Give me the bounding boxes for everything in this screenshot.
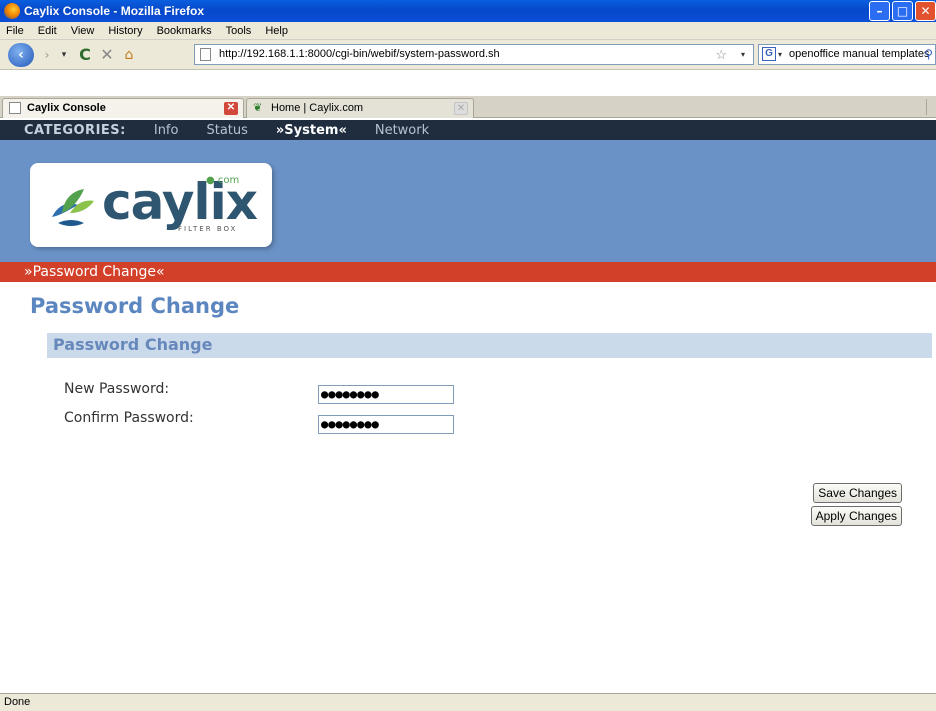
menu-bar: File Edit View History Bookmarks Tools H… [0,22,936,40]
url-input[interactable]: http://192.168.1.1:8000/cgi-bin/webif/sy… [194,44,754,65]
page-title: Password Change [30,294,240,318]
window-titlebar: Caylix Console - Mozilla Firefox – □ ✕ [0,0,936,22]
confirm-password-label: Confirm Password: [64,410,194,426]
caylix-logo: caylix ● com FILTER BOX [30,163,272,247]
menu-bookmarks[interactable]: Bookmarks [151,25,220,37]
tab-label: Home | Caylix.com [271,102,364,114]
categories-nav: CATEGORIES: Info Status »System« Network [0,120,936,140]
window-title: Caylix Console - Mozilla Firefox [24,4,205,18]
home-button[interactable]: ⌂ [118,47,140,63]
apply-changes-button[interactable]: Apply Changes [810,506,902,526]
stop-button[interactable]: ✕ [96,45,118,64]
category-network[interactable]: Network [375,123,429,138]
save-changes-button[interactable]: Save Changes [813,483,902,503]
reload-button[interactable]: C [74,45,96,64]
tab-strip: Caylix Console ✕ ❦ Home | Caylix.com ✕ [0,96,936,118]
menu-help[interactable]: Help [259,25,296,37]
forward-button[interactable]: › [36,46,58,64]
leaf-logo-icon [52,189,94,226]
tab-label: Caylix Console [27,102,106,114]
logo-com: ● com [206,175,240,186]
url-dropdown-icon[interactable]: ▾ [741,45,745,64]
category-info[interactable]: Info [154,123,179,138]
search-input[interactable]: G ▾ openoffice manual templates ⚲ [758,44,936,65]
google-icon[interactable]: G [762,47,776,61]
tab-caylix-console[interactable]: Caylix Console ✕ [2,98,244,118]
page-icon [9,102,21,114]
search-engine-dropdown-icon[interactable]: ▾ [778,45,782,64]
url-text: http://192.168.1.1:8000/cgi-bin/webif/sy… [219,48,500,60]
menu-file[interactable]: File [0,25,32,37]
logo-subtitle: FILTER BOX [178,225,238,233]
menu-edit[interactable]: Edit [32,25,65,37]
navigation-toolbar: ‹ › ▾ C ✕ ⌂ http://192.168.1.1:8000/cgi-… [0,40,936,70]
page-icon [200,48,211,61]
history-dropdown-icon[interactable]: ▾ [58,50,70,60]
tab-close-icon[interactable]: ✕ [224,102,238,115]
maximize-button[interactable]: □ [892,1,913,21]
page-header: caylix ● com FILTER BOX [0,140,936,262]
category-status[interactable]: Status [206,123,247,138]
window-controls: – □ ✕ [869,1,936,21]
tab-close-icon[interactable]: ✕ [454,102,468,115]
firefox-icon [4,3,20,19]
menu-view[interactable]: View [65,25,103,37]
search-query: openoffice manual templates [789,48,930,60]
bookmark-star-icon[interactable]: ☆ [715,45,727,64]
minimize-button[interactable]: – [869,1,890,21]
breadcrumb: »Password Change« [0,262,936,282]
menu-tools[interactable]: Tools [220,25,260,37]
section-title: Password Change [53,335,213,354]
back-button[interactable]: ‹ [8,42,34,67]
new-password-label: New Password: [64,381,170,397]
confirm-password-field[interactable]: ●●●●●●●● [318,415,454,434]
tab-list-edge [926,99,934,115]
status-bar: Done [0,693,936,711]
close-window-button[interactable]: ✕ [915,1,936,21]
new-password-field[interactable]: ●●●●●●●● [318,385,454,404]
tab-home-caylix[interactable]: ❦ Home | Caylix.com ✕ [246,98,474,118]
caylix-favicon-icon: ❦ [253,102,263,114]
section-header: Password Change [47,333,932,358]
search-icon[interactable]: ⚲ [924,45,933,64]
menu-history[interactable]: History [102,25,150,37]
category-system[interactable]: »System« [276,123,347,138]
categories-label: CATEGORIES: [24,122,126,138]
